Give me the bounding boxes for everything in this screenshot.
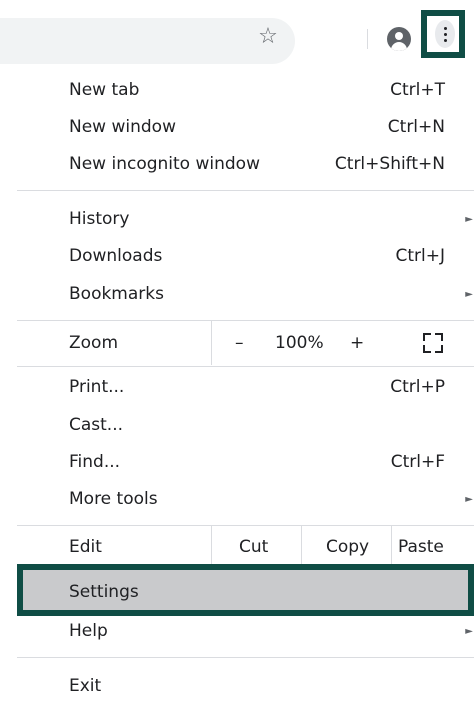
- menu-button-highlight: [421, 10, 465, 58]
- menu-item-label: Print...: [69, 377, 125, 397]
- dot: [444, 27, 447, 30]
- menu-item-new-window[interactable]: New window Ctrl+N: [17, 109, 474, 146]
- menu-item-label: Bookmarks: [69, 284, 164, 304]
- menu-item-label: Help: [69, 621, 108, 641]
- menu-item-shortcut: Ctrl+P: [390, 377, 445, 397]
- edit-label: Edit: [69, 537, 102, 557]
- menu-divider: [17, 366, 474, 367]
- menu-item-new-incognito-window[interactable]: New incognito window Ctrl+Shift+N: [17, 146, 474, 183]
- menu-item-downloads[interactable]: Downloads Ctrl+J: [17, 238, 474, 275]
- dot: [444, 33, 447, 36]
- menu-divider: [17, 190, 474, 191]
- menu-row-edit: Edit Cut Copy Paste: [17, 525, 474, 569]
- avatar-head: [395, 32, 403, 40]
- bookmark-star-icon[interactable]: ☆: [256, 25, 280, 49]
- menu-row-zoom: Zoom – 100% +: [17, 321, 474, 365]
- menu-item-label: Settings: [69, 582, 139, 602]
- menu-item-find[interactable]: Find... Ctrl+F: [17, 444, 474, 481]
- fullscreen-icon[interactable]: [423, 333, 443, 353]
- zoom-out-button[interactable]: –: [235, 321, 244, 365]
- menu-item-exit[interactable]: Exit: [17, 668, 474, 705]
- copy-button[interactable]: Copy: [326, 525, 369, 569]
- avatar-body: [391, 42, 407, 51]
- menu-item-help[interactable]: Help ►: [17, 613, 474, 650]
- address-bar[interactable]: [0, 18, 295, 64]
- toolbar-separator: [367, 29, 368, 49]
- menu-item-new-tab[interactable]: New tab Ctrl+T: [17, 72, 474, 109]
- menu-item-shortcut: Ctrl+F: [390, 452, 445, 472]
- submenu-arrow-icon: ►: [465, 214, 473, 225]
- menu-divider: [17, 657, 474, 658]
- zoom-level: 100%: [275, 333, 324, 353]
- menu-item-label: New window: [69, 117, 176, 137]
- menu-item-label: Downloads: [69, 246, 163, 266]
- dot: [444, 39, 447, 42]
- menu-item-label: New incognito window: [69, 154, 260, 174]
- menu-item-label: Find...: [69, 452, 121, 472]
- menu-item-label: Cast...: [69, 415, 124, 435]
- screenshot: ☆ New tab Ctrl+T New window Ctrl+N New i…: [0, 0, 474, 707]
- zoom-in-button[interactable]: +: [350, 321, 364, 365]
- menu-item-history[interactable]: History ►: [17, 201, 474, 238]
- menu-item-bookmarks[interactable]: Bookmarks ►: [17, 276, 474, 313]
- submenu-arrow-icon: ►: [465, 289, 473, 300]
- menu-item-label: New tab: [69, 80, 140, 100]
- menu-item-print[interactable]: Print... Ctrl+P: [17, 369, 474, 406]
- profile-avatar-icon[interactable]: [387, 27, 411, 51]
- menu-item-settings[interactable]: Settings: [17, 574, 474, 611]
- more-vert-icon[interactable]: [435, 20, 455, 48]
- menu-item-label: History: [69, 209, 130, 229]
- chrome-menu: New tab Ctrl+T New window Ctrl+N New inc…: [17, 66, 474, 707]
- menu-item-shortcut: Ctrl+J: [395, 246, 445, 266]
- menu-item-cast[interactable]: Cast...: [17, 407, 474, 444]
- menu-item-label: Exit: [69, 676, 102, 696]
- submenu-arrow-icon: ►: [465, 494, 473, 505]
- browser-toolbar: ☆: [0, 0, 474, 70]
- paste-button[interactable]: Paste: [398, 525, 444, 569]
- menu-item-shortcut: Ctrl+T: [390, 80, 445, 100]
- zoom-label: Zoom: [69, 333, 119, 353]
- menu-item-label: More tools: [69, 489, 158, 509]
- submenu-arrow-icon: ►: [465, 626, 473, 637]
- cut-button[interactable]: Cut: [239, 525, 268, 569]
- menu-item-shortcut: Ctrl+N: [387, 117, 445, 137]
- menu-item-shortcut: Ctrl+Shift+N: [334, 154, 445, 174]
- menu-item-more-tools[interactable]: More tools ►: [17, 481, 474, 518]
